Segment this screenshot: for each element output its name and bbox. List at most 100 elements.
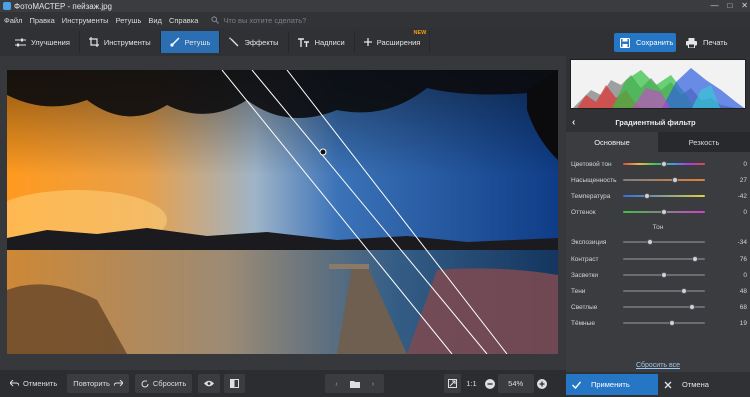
zoom-in-icon xyxy=(536,378,547,389)
tab-extensions[interactable]: Расширения NEW xyxy=(355,30,431,53)
slider-exposure-track[interactable] xyxy=(623,241,705,243)
tab-tools[interactable]: Инструменты xyxy=(80,31,161,53)
slider-tint-value: 0 xyxy=(743,208,747,216)
menu-edit[interactable]: Правка xyxy=(29,16,54,25)
slider-whites-label: Светлые xyxy=(571,303,598,311)
redo-label: Повторить xyxy=(73,379,110,388)
search-icon xyxy=(211,16,220,24)
cancel-label: Отмена xyxy=(682,380,709,389)
crop-icon xyxy=(88,37,99,47)
menu-retouch[interactable]: Ретушь xyxy=(116,16,142,25)
panel-tabs: Основные Резкость xyxy=(566,132,750,152)
slider-saturation-knob[interactable] xyxy=(671,177,678,183)
tab-text-label: Надписи xyxy=(314,37,345,47)
tab-enhance[interactable]: Улучшения xyxy=(6,31,80,53)
menu-file[interactable]: Файл xyxy=(4,16,22,25)
plus-icon xyxy=(363,38,372,46)
reset-label: Сбросить xyxy=(152,379,187,388)
slider-contrast-knob[interactable] xyxy=(692,256,699,262)
slider-temperature-track[interactable] xyxy=(623,195,705,197)
search-placeholder: Что вы хотите сделать? xyxy=(223,15,307,25)
zoom-in-button[interactable] xyxy=(534,374,550,393)
printer-icon xyxy=(686,37,697,48)
compare-icon xyxy=(230,379,240,388)
slider-saturation-value: 27 xyxy=(739,176,747,184)
undo-icon xyxy=(10,380,19,387)
slider-whites-knob[interactable] xyxy=(688,304,695,310)
file-nav: ‹ › xyxy=(325,374,385,393)
slider-shadows-label: Тени xyxy=(571,287,586,295)
slider-hue-value: 0 xyxy=(743,160,747,168)
tone-section-label: Тон xyxy=(652,224,664,231)
reset-all-link[interactable]: Сбросить все xyxy=(566,362,750,369)
folder-icon[interactable] xyxy=(349,380,360,388)
slider-hue-label: Цветовой тон xyxy=(571,160,612,168)
slider-shadows-knob[interactable] xyxy=(680,288,687,294)
slider-whites: Светлые 68 xyxy=(571,301,747,313)
compare-button[interactable] xyxy=(224,374,246,393)
slider-exposure: Экспозиция -34 xyxy=(571,236,747,248)
slider-hue: Цветовой тон 0 xyxy=(571,158,747,170)
zoom-out-button[interactable] xyxy=(482,374,498,393)
window-title: ФотоМАСТЕР - пейзаж.jpg xyxy=(14,1,112,11)
redo-button[interactable]: Повторить xyxy=(67,374,129,393)
app-icon xyxy=(3,2,11,10)
filter-header: ‹ Градиентный фильтр xyxy=(566,114,750,130)
slider-blacks-knob[interactable] xyxy=(669,320,676,326)
slider-blacks-track[interactable] xyxy=(623,322,705,324)
slider-exposure-knob[interactable] xyxy=(647,239,654,245)
refresh-icon xyxy=(141,380,149,387)
slider-saturation-track[interactable] xyxy=(623,179,705,181)
zoom-out-icon xyxy=(484,378,495,389)
tab-effects[interactable]: Эффекты xyxy=(220,31,289,53)
save-label: Сохранить xyxy=(636,38,674,47)
prev-file-icon[interactable]: ‹ xyxy=(335,379,338,388)
tab-retouch-label: Ретушь xyxy=(184,37,211,47)
slider-blacks-value: 19 xyxy=(739,319,747,327)
close-button[interactable]: ✕ xyxy=(741,1,748,10)
slider-shadows-track[interactable] xyxy=(623,290,705,292)
preview-button[interactable] xyxy=(198,374,221,393)
zoom-field[interactable]: 54% xyxy=(497,374,534,393)
canvas-area xyxy=(0,56,566,370)
tab-text[interactable]: Надписи xyxy=(289,31,355,53)
slider-temperature-knob[interactable] xyxy=(643,193,650,199)
menu-tools[interactable]: Инструменты xyxy=(62,16,109,25)
save-button[interactable]: Сохранить xyxy=(614,33,676,52)
slider-exposure-value: -34 xyxy=(737,238,747,246)
actual-size-button[interactable]: 1:1 xyxy=(461,374,481,393)
slider-temperature-label: Температура xyxy=(571,192,611,200)
minimize-button[interactable]: — xyxy=(710,1,718,10)
eye-icon xyxy=(204,380,215,387)
new-badge: NEW xyxy=(413,30,427,36)
tab-basic[interactable]: Основные xyxy=(566,132,658,152)
slider-highlights-knob[interactable] xyxy=(661,272,667,278)
slider-contrast: Контраст 76 xyxy=(571,253,747,265)
title-bar: ФотоМАСТЕР - пейзаж.jpg — □ ✕ xyxy=(0,0,750,12)
tab-sharpness[interactable]: Резкость xyxy=(658,132,750,152)
fit-screen-button[interactable] xyxy=(444,374,462,393)
photo-canvas[interactable] xyxy=(7,70,558,354)
brush-icon xyxy=(170,37,180,47)
menu-help[interactable]: Справка xyxy=(169,16,198,25)
back-icon[interactable]: ‹ xyxy=(572,117,575,128)
maximize-button[interactable]: □ xyxy=(727,1,732,10)
close-icon xyxy=(664,381,672,388)
next-file-icon[interactable]: › xyxy=(372,379,375,388)
fit-screen-icon xyxy=(448,379,458,388)
print-button[interactable]: Печать xyxy=(680,33,744,52)
tab-retouch[interactable]: Ретушь xyxy=(160,31,221,53)
reset-button[interactable]: Сбросить xyxy=(134,374,193,393)
apply-button[interactable]: Применить xyxy=(566,374,658,395)
menu-bar: Файл Правка Инструменты Ретушь Вид Справ… xyxy=(0,12,750,28)
bottom-bar: Отменить Повторить Сбросить ‹ › 1:1 54% xyxy=(0,370,566,397)
undo-button[interactable]: Отменить xyxy=(4,374,63,393)
cancel-button[interactable]: Отмена xyxy=(660,374,748,395)
slider-tint-knob[interactable] xyxy=(661,209,667,215)
slider-hue-knob[interactable] xyxy=(661,161,667,167)
slider-highlights-value: 0 xyxy=(743,271,747,279)
search-box[interactable]: Что вы хотите сделать? xyxy=(211,16,306,25)
menu-view[interactable]: Вид xyxy=(148,16,162,25)
sliders-icon xyxy=(15,38,26,46)
tab-effects-label: Эффекты xyxy=(244,37,279,47)
